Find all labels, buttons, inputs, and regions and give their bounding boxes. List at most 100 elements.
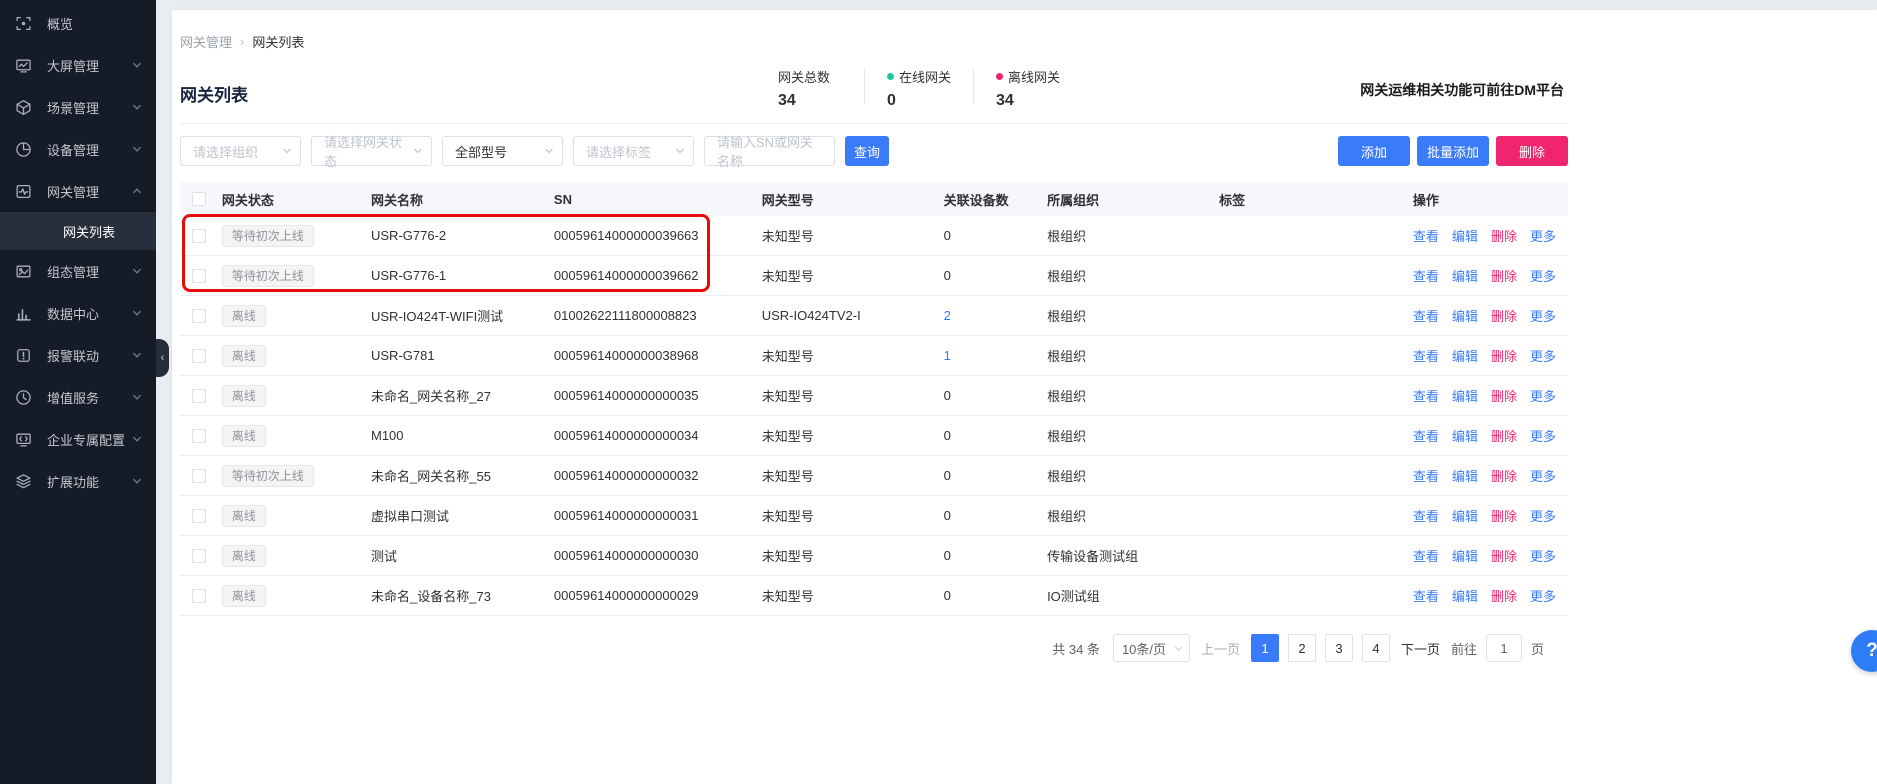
gateway-sn: 00059614000000000031 xyxy=(554,508,762,523)
table-header: 网关状态网关名称SN网关型号关联设备数所属组织标签操作 xyxy=(180,182,1568,216)
row-action-delete[interactable]: 删除 xyxy=(1491,586,1517,605)
row-action-delete[interactable]: 删除 xyxy=(1491,266,1517,285)
row-action-link[interactable]: 查看 xyxy=(1413,386,1439,405)
sidebar-item-enterprise[interactable]: 企业专属配置 xyxy=(0,418,156,460)
breadcrumb-separator: › xyxy=(240,34,244,49)
next-page-button[interactable]: 下一页 xyxy=(1401,639,1440,658)
sidebar-item-bigscreen[interactable]: 大屏管理 xyxy=(0,44,156,86)
row-action-link[interactable]: 更多 xyxy=(1530,546,1556,565)
row-checkbox[interactable] xyxy=(192,309,206,323)
row-action-link[interactable]: 查看 xyxy=(1413,226,1439,245)
row-action-link[interactable]: 更多 xyxy=(1530,506,1556,525)
query-button[interactable]: 查询 xyxy=(845,136,889,166)
row-checkbox[interactable] xyxy=(192,389,206,403)
row-action-link[interactable]: 更多 xyxy=(1530,586,1556,605)
delete-button[interactable]: 删除 xyxy=(1496,136,1568,166)
row-action-link[interactable]: 查看 xyxy=(1413,306,1439,325)
row-action-link[interactable]: 更多 xyxy=(1530,466,1556,485)
sidebar-collapse-handle[interactable]: ‹ xyxy=(156,339,169,377)
row-action-link[interactable]: 更多 xyxy=(1530,386,1556,405)
row-checkbox[interactable] xyxy=(192,469,206,483)
status-badge: 离线 xyxy=(222,385,266,407)
add-button[interactable]: 添加 xyxy=(1338,136,1410,166)
row-action-link[interactable]: 查看 xyxy=(1413,586,1439,605)
batch-add-button[interactable]: 批量添加 xyxy=(1417,136,1489,166)
row-checkbox[interactable] xyxy=(192,229,206,243)
overview-icon xyxy=(15,15,32,32)
org-select[interactable]: 请选择组织 xyxy=(180,136,301,166)
sidebar-item-device[interactable]: 设备管理 xyxy=(0,128,156,170)
row-action-link[interactable]: 更多 xyxy=(1530,226,1556,245)
row-action-link[interactable]: 更多 xyxy=(1530,266,1556,285)
stat-divider xyxy=(973,69,974,104)
sidebar-item-overview[interactable]: 概览 xyxy=(0,2,156,44)
row-action-link[interactable]: 查看 xyxy=(1413,546,1439,565)
chevron-down-icon xyxy=(132,100,142,115)
row-action-delete[interactable]: 删除 xyxy=(1491,226,1517,245)
row-action-link[interactable]: 查看 xyxy=(1413,506,1439,525)
sidebar-item-datacenter[interactable]: 数据中心 xyxy=(0,292,156,334)
device-count[interactable]: 1 xyxy=(944,348,951,363)
sidebar-item-scene[interactable]: 场景管理 xyxy=(0,86,156,128)
row-action-link[interactable]: 查看 xyxy=(1413,466,1439,485)
row-action-delete[interactable]: 删除 xyxy=(1491,306,1517,325)
page-number-1[interactable]: 1 xyxy=(1251,634,1279,662)
row-checkbox[interactable] xyxy=(192,349,206,363)
sidebar-item-gateway[interactable]: 网关管理 xyxy=(0,170,156,212)
row-action-link[interactable]: 编辑 xyxy=(1452,346,1478,365)
model-select[interactable]: 全部型号 xyxy=(442,136,563,166)
status-badge: 等待初次上线 xyxy=(222,225,314,247)
gateway-sn: 00059614000000039662 xyxy=(554,268,762,283)
device-count[interactable]: 2 xyxy=(944,308,951,323)
stat-divider xyxy=(864,69,865,104)
row-operations: 查看编辑删除更多 xyxy=(1413,506,1568,525)
tag-select[interactable]: 请选择标签 xyxy=(573,136,694,166)
sidebar-subitem-gateway-list[interactable]: 网关列表 xyxy=(0,212,156,250)
goto-page-input[interactable]: 1 xyxy=(1486,634,1522,662)
page-number-4[interactable]: 4 xyxy=(1362,634,1390,662)
row-action-delete[interactable]: 删除 xyxy=(1491,466,1517,485)
breadcrumb-root[interactable]: 网关管理 xyxy=(180,32,232,51)
model-select-value: 全部型号 xyxy=(455,142,507,161)
page-number-3[interactable]: 3 xyxy=(1325,634,1353,662)
row-action-link[interactable]: 编辑 xyxy=(1452,546,1478,565)
row-action-delete[interactable]: 删除 xyxy=(1491,426,1517,445)
row-checkbox[interactable] xyxy=(192,429,206,443)
sidebar-item-vas[interactable]: 增值服务 xyxy=(0,376,156,418)
row-action-delete[interactable]: 删除 xyxy=(1491,546,1517,565)
sidebar-item-extension[interactable]: 扩展功能 xyxy=(0,460,156,502)
row-action-link[interactable]: 查看 xyxy=(1413,266,1439,285)
pagination-total: 共 34 条 xyxy=(1052,639,1100,658)
row-checkbox[interactable] xyxy=(192,509,206,523)
page-number-2[interactable]: 2 xyxy=(1288,634,1316,662)
page-header: 网关列表 网关总数34在线网关0离线网关34 网关运维相关功能可前往DM平台 xyxy=(180,67,1568,113)
row-action-delete[interactable]: 删除 xyxy=(1491,346,1517,365)
row-action-link[interactable]: 编辑 xyxy=(1452,586,1478,605)
row-action-link[interactable]: 更多 xyxy=(1530,346,1556,365)
row-action-delete[interactable]: 删除 xyxy=(1491,386,1517,405)
row-action-link[interactable]: 查看 xyxy=(1413,346,1439,365)
row-action-link[interactable]: 编辑 xyxy=(1452,306,1478,325)
row-checkbox[interactable] xyxy=(192,549,206,563)
gateway-stats: 网关总数34在线网关0离线网关34 xyxy=(778,67,1060,110)
row-action-link[interactable]: 编辑 xyxy=(1452,426,1478,445)
row-action-link[interactable]: 更多 xyxy=(1530,306,1556,325)
row-action-link[interactable]: 编辑 xyxy=(1452,226,1478,245)
row-action-link[interactable]: 查看 xyxy=(1413,426,1439,445)
row-action-link[interactable]: 编辑 xyxy=(1452,506,1478,525)
row-action-link[interactable]: 编辑 xyxy=(1452,266,1478,285)
sidebar-item-alarm[interactable]: 报警联动 xyxy=(0,334,156,376)
row-checkbox[interactable] xyxy=(192,269,206,283)
row-action-link[interactable]: 编辑 xyxy=(1452,466,1478,485)
row-checkbox[interactable] xyxy=(192,589,206,603)
select-all-checkbox[interactable] xyxy=(192,192,206,206)
sn-search-input[interactable]: 请输入SN或网关名称 xyxy=(704,136,835,166)
row-action-delete[interactable]: 删除 xyxy=(1491,506,1517,525)
row-action-link[interactable]: 编辑 xyxy=(1452,386,1478,405)
row-action-link[interactable]: 更多 xyxy=(1530,426,1556,445)
page-size-select[interactable]: 10条/页 xyxy=(1113,634,1190,662)
gateway-status-select[interactable]: 请选择网关状态 xyxy=(311,136,432,166)
table-row: 离线未命名_网关名称_2700059614000000000035未知型号0根组… xyxy=(180,376,1568,416)
prev-page-button[interactable]: 上一页 xyxy=(1201,639,1240,658)
sidebar-item-hmi[interactable]: 组态管理 xyxy=(0,250,156,292)
